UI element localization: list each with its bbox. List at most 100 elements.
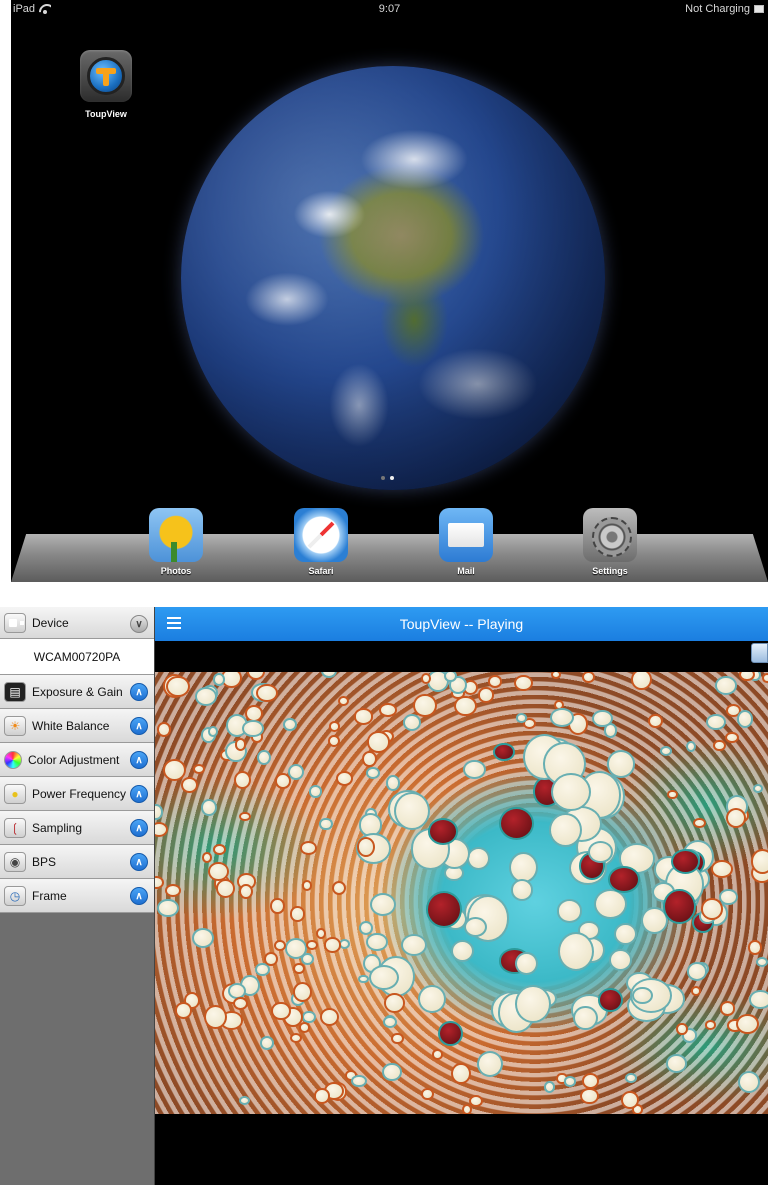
specimen-cell	[162, 759, 186, 782]
specimen-cell	[514, 675, 533, 692]
expand-chevron-up-icon[interactable]: ∧	[130, 683, 148, 701]
specimen-cell	[516, 713, 528, 723]
dock-app-mail[interactable]: Mail	[438, 508, 494, 576]
mail-envelope-icon[interactable]	[439, 508, 493, 562]
charging-status: Not Charging	[685, 3, 750, 15]
device-id[interactable]: WCAM00720PA	[0, 639, 154, 675]
dock-app-settings[interactable]: Settings	[582, 508, 638, 576]
specimen-cell	[597, 987, 623, 1013]
specimen-cell	[274, 940, 286, 952]
specimen-cell	[385, 775, 401, 791]
specimen-cell	[581, 672, 596, 684]
specimen-cell	[719, 889, 738, 906]
specimen-cell	[467, 846, 491, 870]
specimen-cell	[752, 783, 764, 794]
sidebar-item-white-balance[interactable]: ☀ White Balance ∧	[0, 709, 154, 743]
specimen-cell	[761, 673, 768, 684]
page-dot	[381, 476, 385, 480]
settings-gear-icon[interactable]	[583, 508, 637, 562]
specimen-cell	[320, 672, 338, 679]
specimen-cell	[676, 1022, 688, 1036]
specimen-cell	[550, 708, 574, 728]
toupview-app: Device ∨ WCAM00720PA ▤ Exposure & Gain ∧…	[0, 607, 768, 1185]
specimen-cell	[366, 932, 389, 952]
specimen-cell	[327, 734, 340, 747]
specimen-cell	[468, 1094, 483, 1107]
specimen-cell	[157, 898, 179, 917]
expand-chevron-up-icon[interactable]: ∧	[130, 751, 148, 769]
specimen-cell	[608, 948, 632, 971]
app-label: Settings	[592, 566, 628, 576]
specimen-cell	[685, 740, 696, 752]
microscope-live-view[interactable]	[155, 672, 768, 1114]
app-label: Photos	[160, 566, 192, 576]
specimen-cell	[271, 1001, 291, 1021]
safari-compass-icon[interactable]	[294, 508, 348, 562]
dock-app-safari[interactable]: Safari	[293, 508, 349, 576]
specimen-cell	[369, 892, 397, 917]
specimen-cell	[438, 1020, 463, 1046]
expand-chevron-up-icon[interactable]: ∧	[130, 717, 148, 735]
expand-chevron-up-icon[interactable]: ∧	[130, 887, 148, 905]
sidebar-item-bps[interactable]: ◉ BPS ∧	[0, 845, 154, 879]
sidebar-item-color-adjustment[interactable]: Color Adjustment ∧	[0, 743, 154, 777]
sidebar-item-frame[interactable]: ◷ Frame ∧	[0, 879, 154, 913]
specimen-cell	[726, 807, 747, 828]
expand-chevron-up-icon[interactable]: ∧	[130, 785, 148, 803]
specimen-cell	[606, 750, 636, 778]
specimen-cell	[477, 687, 495, 703]
photos-icon[interactable]	[149, 508, 203, 562]
specimen-cell	[155, 876, 165, 890]
specimen-cell	[156, 722, 172, 738]
specimen-cell	[381, 1062, 402, 1081]
expand-chevron-up-icon[interactable]: ∧	[130, 819, 148, 837]
video-camera-icon	[4, 612, 26, 633]
toupview-tile[interactable]	[80, 50, 132, 102]
specimen-cell	[155, 821, 169, 837]
sun-icon: ☀	[4, 715, 26, 736]
app-label: Mail	[457, 566, 475, 576]
specimen-cell	[563, 1076, 577, 1087]
collapse-chevron-down-icon[interactable]: ∨	[130, 615, 148, 633]
specimen-cell	[362, 751, 377, 767]
specimen-cell	[737, 1070, 760, 1093]
app-icon-toupview[interactable]: ToupView	[77, 50, 135, 119]
dock-app-photos[interactable]: Photos	[148, 508, 204, 576]
sidebar-item-label: Exposure & Gain	[32, 684, 123, 699]
specimen-cell	[692, 817, 707, 829]
sidebar-item-sampling[interactable]: ❲ Sampling ∧	[0, 811, 154, 845]
sidebar-item-device[interactable]: Device ∨	[0, 607, 154, 639]
specimen-cell	[665, 1054, 687, 1073]
sidebar-item-label: Device	[32, 615, 69, 630]
specimen-cell	[313, 1088, 330, 1104]
specimen-cell	[450, 939, 475, 963]
specimen-cell	[234, 770, 252, 790]
specimen-cell	[667, 790, 678, 799]
specimen-cell	[451, 1062, 471, 1085]
sidebar-item-power-frequency[interactable]: ● Power Frequency ∧	[0, 777, 154, 811]
bulb-icon: ●	[4, 783, 26, 804]
dock	[11, 534, 768, 582]
specimen-cell	[155, 804, 164, 821]
battery-icon	[754, 5, 764, 13]
specimen-cell	[365, 766, 381, 779]
monitor-icon[interactable]	[751, 643, 768, 663]
earth-wallpaper	[181, 66, 605, 490]
sidebar-item-exposure-gain[interactable]: ▤ Exposure & Gain ∧	[0, 675, 154, 709]
specimen-cell	[660, 746, 673, 757]
specimen-cell	[175, 1002, 192, 1019]
specimen-cell	[292, 962, 306, 975]
specimen-cell	[625, 1072, 637, 1083]
specimen-cell	[238, 884, 253, 900]
expand-chevron-up-icon[interactable]: ∧	[130, 853, 148, 871]
specimen-cell	[417, 984, 446, 1014]
specimen-cell	[402, 713, 421, 731]
specimen-cell	[508, 851, 538, 883]
specimen-cell	[580, 1087, 599, 1105]
specimen-cell	[292, 981, 312, 1002]
specimen-cell	[366, 731, 391, 754]
specimen-cell	[705, 1020, 717, 1030]
specimen-cell	[394, 791, 430, 830]
specimen-cell	[756, 957, 768, 968]
status-bar-right: Not Charging	[685, 3, 764, 15]
